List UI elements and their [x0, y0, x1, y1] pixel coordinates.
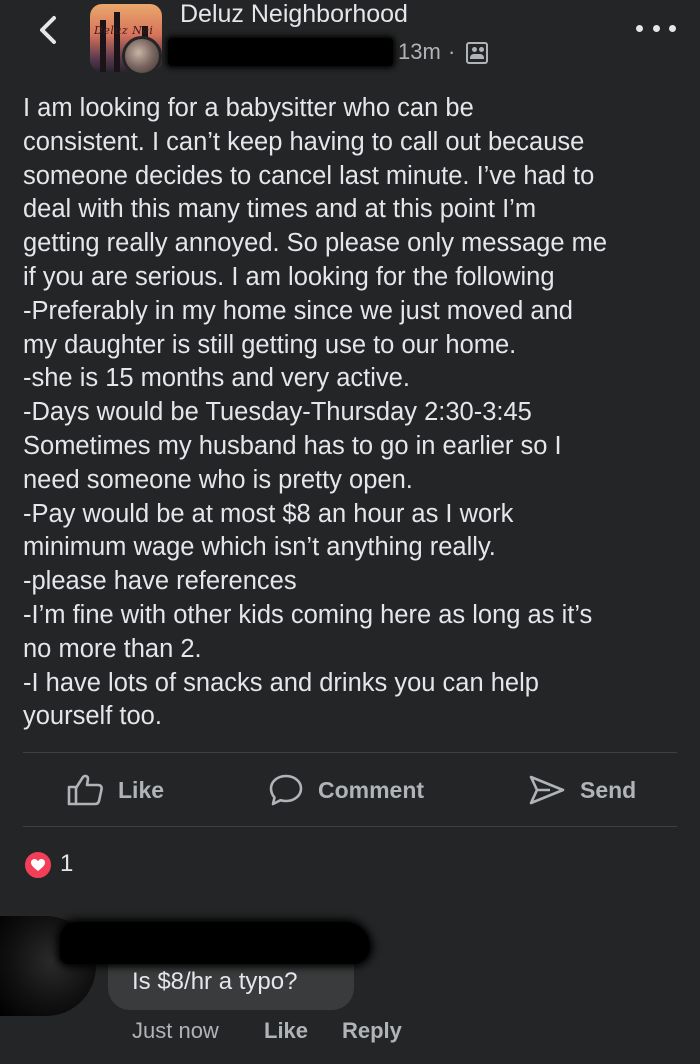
dot [652, 24, 660, 32]
separator-dot: · [448, 39, 456, 64]
post-line: minimum wage which isn’t anything really… [23, 533, 496, 562]
comment-timestamp: Just now [132, 1018, 219, 1043]
comment-reply-button[interactable]: Reply [342, 1018, 402, 1044]
post-line: -please have references [23, 567, 297, 596]
group-name[interactable]: Deluz Neighborhood [180, 0, 408, 29]
more-options-button[interactable] [636, 16, 676, 40]
comment-text: Is $8/hr a typo? [132, 968, 298, 995]
post-line: deal with this many times and at this po… [23, 195, 537, 224]
dot [636, 24, 643, 32]
user-avatar[interactable] [122, 36, 162, 76]
thumbs-up-icon [67, 774, 103, 806]
redacted-commenter-name [60, 922, 370, 964]
dot [669, 24, 676, 32]
group-members-icon [466, 42, 488, 64]
post-line: -Pay would be at most $8 an hour as I wo… [23, 499, 514, 528]
post-line: -she is 15 months and very active. [23, 364, 410, 393]
post-line: Sometimes my husband has to go in earlie… [23, 431, 562, 460]
post-screen: Deluz Nei Deluz Neighborhood 13m · I am … [0, 0, 700, 1064]
like-button[interactable]: Like [66, 768, 164, 812]
divider-top [23, 752, 677, 753]
comment-label: Comment [318, 776, 425, 803]
post-line: -Preferably in my home since we just mov… [23, 296, 573, 325]
back-button[interactable] [28, 10, 68, 50]
post-line: I am looking for a babysitter who can be [23, 94, 474, 122]
post-line: getting really annoyed. So please only m… [23, 229, 608, 258]
heart-icon[interactable] [22, 849, 54, 881]
redacted-author-name [168, 38, 393, 66]
post-line: consistent. I can’t keep having to call … [23, 127, 585, 156]
reaction-count[interactable]: 1 [60, 850, 73, 878]
post-line: no more than 2. [23, 634, 202, 663]
send-label: Send [580, 776, 637, 803]
post-line: yourself too. [23, 702, 162, 731]
post-line: if you are serious. I am looking for the… [23, 262, 555, 291]
group-avatar-text: Deluz Nei [94, 24, 154, 37]
post-line: -Days would be Tuesday-Thursday 2:30-3:4… [23, 398, 532, 427]
post-text: I am looking for a babysitter who can be… [23, 92, 683, 734]
post-line: -I have lots of snacks and drinks you ca… [23, 668, 539, 697]
comment-button[interactable]: Comment [268, 768, 424, 812]
comment-icon [269, 774, 303, 806]
like-label: Like [118, 776, 165, 803]
post-line: someone decides to cancel last minute. I… [23, 161, 595, 190]
palm-tree-silhouette [114, 12, 120, 72]
post-line: -I’m fine with other kids coming here as… [23, 600, 593, 629]
send-icon [529, 775, 565, 805]
comment-like-button[interactable]: Like [264, 1018, 308, 1044]
post-line: my daughter is still getting use to our … [23, 330, 517, 359]
post-timestamp[interactable]: 13m [398, 39, 441, 65]
divider-bottom [23, 826, 677, 827]
post-line: need someone who is pretty open. [23, 465, 413, 494]
chevron-left-icon [40, 16, 56, 44]
send-button[interactable]: Send [528, 768, 636, 812]
